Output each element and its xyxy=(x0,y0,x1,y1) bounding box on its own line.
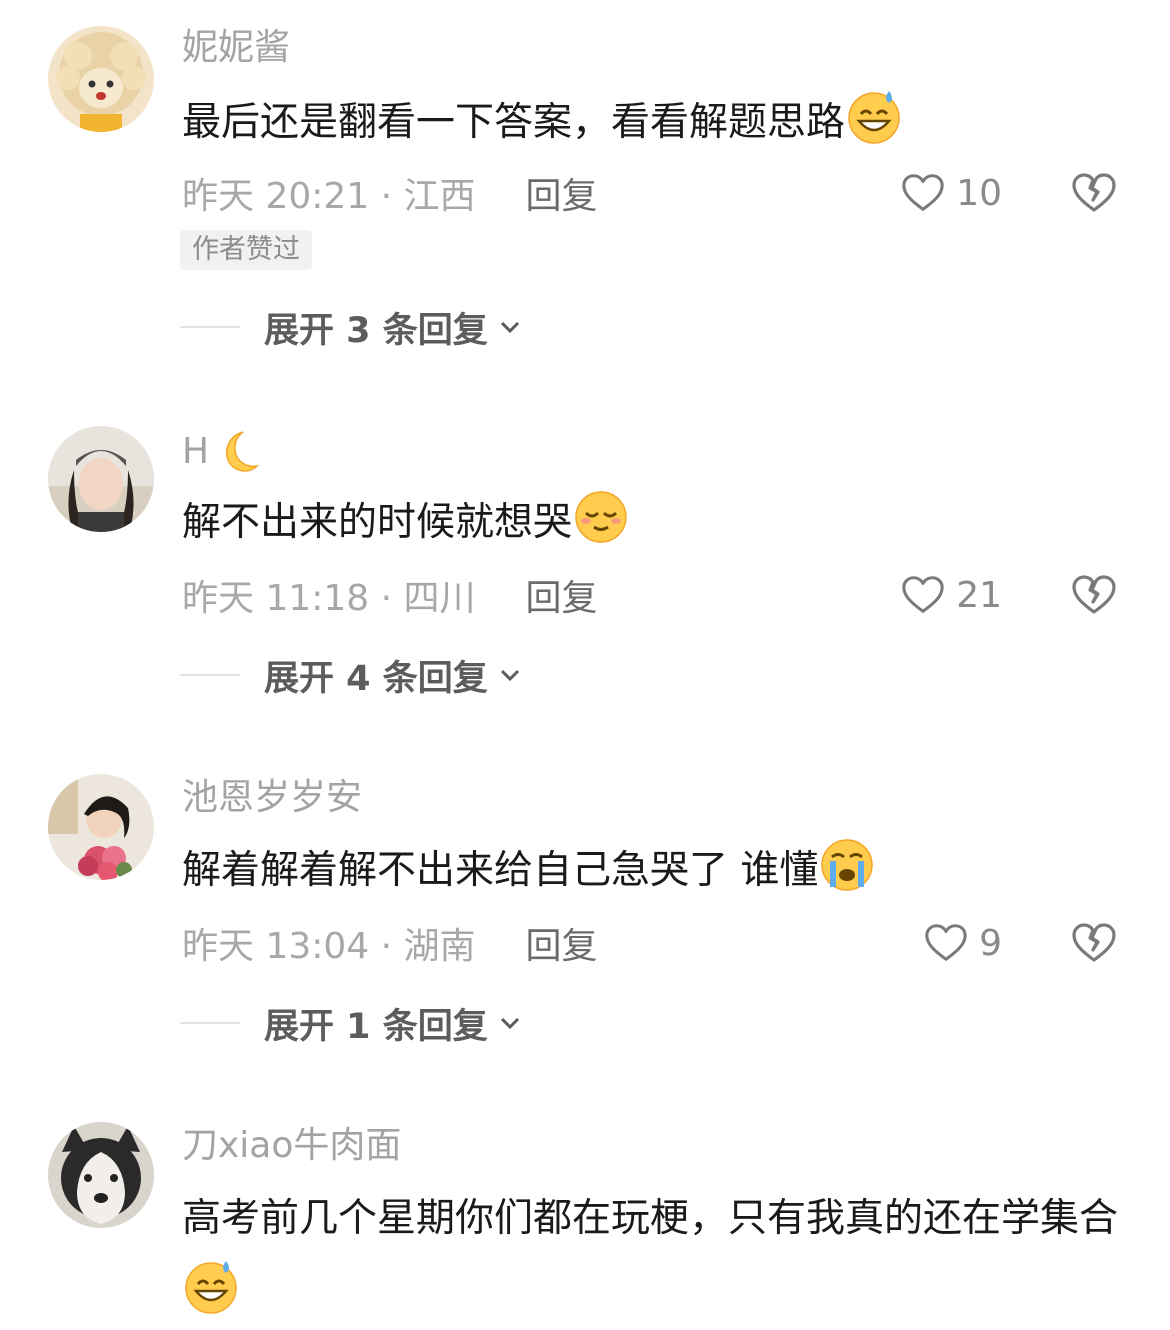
like-button[interactable]: 21 xyxy=(900,572,1002,618)
avatar[interactable] xyxy=(48,774,154,880)
expand-label: 展开 3 条回复 xyxy=(264,310,488,351)
like-count: 10 xyxy=(956,172,1002,214)
relieved-emoji xyxy=(572,487,630,545)
comment-meta: 昨天 11:18 · 四川 回复 xyxy=(182,569,598,621)
comment-text: 高考前几个星期你们都在玩梗，只有我真的还在学集合 xyxy=(182,1182,1122,1330)
divider xyxy=(180,326,240,328)
dislike-button[interactable] xyxy=(1070,918,1118,966)
comment-text-body: 解不出来的时候就想哭 xyxy=(182,500,573,545)
dislike-button[interactable] xyxy=(1070,570,1118,618)
username[interactable]: H xyxy=(182,428,261,476)
avatar[interactable] xyxy=(48,26,154,132)
broken-heart-icon xyxy=(1072,923,1116,962)
username-text: H xyxy=(182,431,210,472)
username[interactable]: 池恩岁岁安 xyxy=(182,776,362,820)
chevron-down-icon xyxy=(500,1017,519,1030)
comment-text: 解着解着解不出来给自己急哭了 谁懂 xyxy=(182,834,1122,908)
comment-meta: 昨天 13:04 · 湖南 回复 xyxy=(182,917,598,969)
reply-button[interactable]: 回复 xyxy=(526,167,598,219)
comment-text-body: 解着解着解不出来给自己急哭了 谁懂 xyxy=(182,848,819,893)
broken-heart-icon xyxy=(1072,575,1116,614)
broken-heart-icon xyxy=(1072,173,1116,212)
avatar[interactable] xyxy=(48,1122,154,1228)
username-text: 池恩岁岁安 xyxy=(182,777,363,818)
grinning-sweat-emoji xyxy=(845,87,903,145)
heart-icon xyxy=(902,174,944,211)
expand-label: 展开 4 条回复 xyxy=(264,658,488,699)
heart-icon xyxy=(925,924,967,961)
comment-text: 最后还是翻看一下答案，看看解题思路 xyxy=(182,86,1122,160)
expand-label: 展开 1 条回复 xyxy=(264,1006,488,1047)
comment-text-body: 高考前几个星期你们都在玩梗，只有我真的还在学集合 xyxy=(182,1196,1119,1241)
like-button[interactable]: 9 xyxy=(923,920,1002,966)
time-location: 昨天 20:21 · 江西 xyxy=(182,176,476,217)
comment-text: 解不出来的时候就想哭 xyxy=(182,486,1122,560)
comment-text-body: 最后还是翻看一下答案，看看解题思路 xyxy=(182,100,846,145)
reply-button[interactable]: 回复 xyxy=(526,569,598,621)
comment-meta: 昨天 20:21 · 江西 回复 xyxy=(182,167,598,219)
username-text: 刀xiao牛肉面 xyxy=(182,1125,402,1166)
crying-emoji xyxy=(818,835,876,893)
chevron-down-icon xyxy=(500,321,519,334)
divider xyxy=(180,1022,240,1024)
avatar[interactable] xyxy=(48,426,154,532)
heart-icon xyxy=(902,576,944,613)
dislike-button[interactable] xyxy=(1070,168,1118,216)
reply-button[interactable]: 回复 xyxy=(526,917,598,969)
divider xyxy=(180,674,240,676)
username[interactable]: 刀xiao牛肉面 xyxy=(182,1124,401,1168)
time-location: 昨天 11:18 · 四川 xyxy=(182,578,476,619)
like-count: 21 xyxy=(956,574,1002,616)
time-location: 昨天 13:04 · 湖南 xyxy=(182,926,476,967)
like-count: 9 xyxy=(979,922,1002,964)
grinning-sweat-emoji xyxy=(182,1257,240,1315)
expand-replies-button[interactable]: 展开 1 条回复 xyxy=(180,1000,524,1047)
username-text: 妮妮酱 xyxy=(182,27,291,68)
username[interactable]: 妮妮酱 xyxy=(182,26,290,70)
author-liked-badge: 作者赞过 xyxy=(180,230,312,270)
like-button[interactable]: 10 xyxy=(900,170,1002,216)
chevron-down-icon xyxy=(500,669,519,682)
crescent-moon-emoji xyxy=(226,431,260,472)
expand-replies-button[interactable]: 展开 4 条回复 xyxy=(180,652,524,699)
expand-replies-button[interactable]: 展开 3 条回复 xyxy=(180,304,524,351)
